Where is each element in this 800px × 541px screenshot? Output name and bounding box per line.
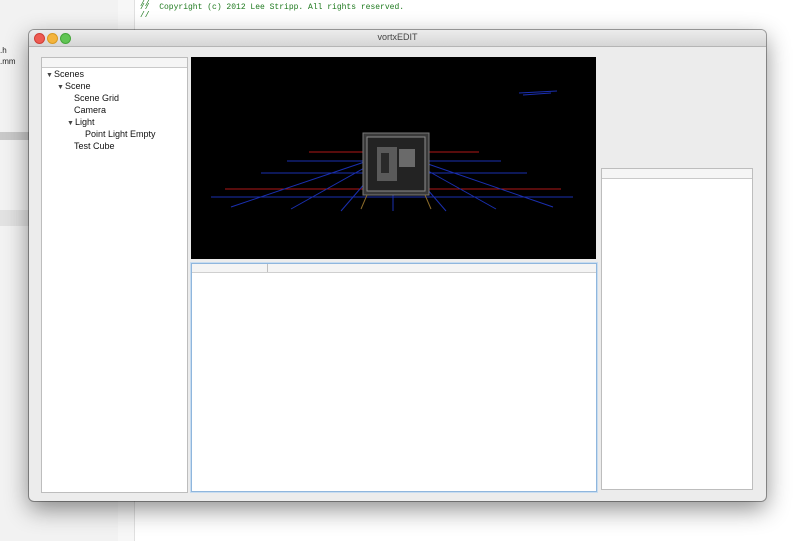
tree-item-light[interactable]: ▼Light	[67, 116, 94, 128]
tree-item-label: Scenes	[53, 69, 84, 79]
tree-item-camera[interactable]: Camera	[74, 104, 106, 116]
background-code-line: //	[140, 11, 150, 20]
app-window: vortxEDIT ▼Scenes ▼Scene Scene Grid Came…	[29, 30, 766, 501]
inspector-panel	[601, 168, 753, 490]
tree-item-label: Test Cube	[74, 141, 115, 151]
tree-item-label: Point Light Empty	[85, 129, 156, 139]
tree-item-test-cube[interactable]: Test Cube	[74, 140, 115, 152]
window-title: vortxEDIT	[377, 32, 418, 42]
disclosure-triangle-icon[interactable]: ▼	[46, 72, 53, 79]
scene-outline-panel: ▼Scenes ▼Scene Scene Grid Camera ▼Light …	[41, 57, 188, 493]
column-divider[interactable]	[267, 264, 268, 272]
title-bar[interactable]: vortxEDIT	[29, 30, 766, 47]
inspector-header	[602, 169, 752, 179]
viewport-render	[211, 90, 573, 212]
property-table[interactable]	[191, 263, 597, 492]
tree-item-label: Camera	[74, 105, 107, 115]
tree-item-label: Scene	[64, 81, 91, 91]
tree-item-label: Scene Grid	[74, 93, 120, 103]
disclosure-triangle-icon[interactable]: ▼	[57, 84, 64, 91]
disclosure-triangle-icon[interactable]: ▼	[67, 120, 74, 127]
property-table-header	[192, 264, 596, 273]
background-file-item[interactable]: .h	[0, 46, 7, 55]
outline-header	[42, 58, 187, 68]
background-file-item[interactable]: .mm	[0, 57, 16, 66]
tree-item-label: Light	[74, 117, 95, 127]
tree-item-scene-grid[interactable]: Scene Grid	[74, 92, 119, 104]
test-cube-model	[360, 132, 432, 210]
tree-item-scene[interactable]: ▼Scene	[57, 80, 90, 92]
3d-viewport[interactable]	[191, 57, 596, 259]
tree-item-point-light-empty[interactable]: Point Light Empty	[85, 128, 156, 140]
point-light-gizmo	[518, 90, 558, 96]
tree-item-scenes[interactable]: ▼Scenes	[46, 68, 84, 80]
